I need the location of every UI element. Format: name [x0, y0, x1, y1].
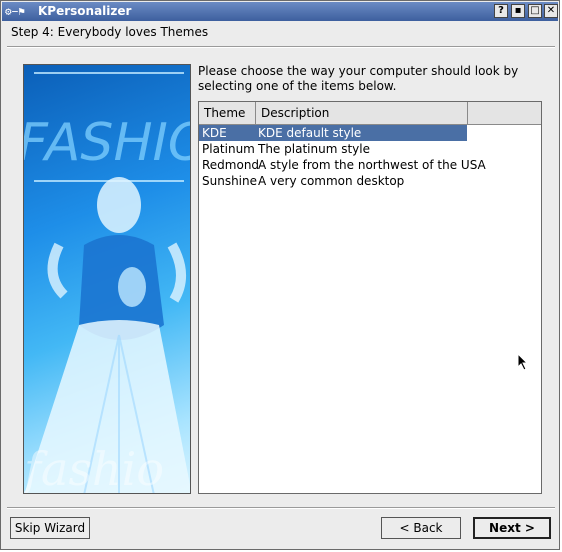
theme-row-platinum[interactable]: Platinum The platinum style — [199, 141, 541, 157]
maximize-button[interactable]: □ — [528, 4, 542, 18]
wizard-window: ⚙−⚑ KPersonalizer ? ▪ □ ✕ Step 4: Everyb… — [0, 0, 560, 550]
list-header: Theme Description — [199, 102, 541, 125]
column-header-empty — [468, 102, 541, 124]
theme-description: The platinum style — [258, 142, 370, 156]
app-menu-icon[interactable]: ⚙−⚑ — [5, 4, 35, 19]
column-header-description[interactable]: Description — [256, 102, 468, 124]
fashion-title-text: FASHION — [24, 113, 191, 173]
mouse-cursor-icon — [517, 353, 529, 371]
theme-name: Sunshine — [202, 174, 258, 188]
theme-row-redmond[interactable]: Redmond A style from the northwest of th… — [199, 157, 541, 173]
back-button[interactable]: < Back — [381, 517, 461, 539]
minimize-button[interactable]: ▪ — [511, 4, 525, 18]
top-divider — [7, 46, 555, 48]
window-title: KPersonalizer — [38, 4, 132, 18]
column-header-theme[interactable]: Theme — [199, 102, 256, 124]
theme-name: Redmond — [202, 158, 260, 172]
fashion-illustration: FASHION fashio — [23, 64, 191, 494]
skip-wizard-button[interactable]: Skip Wizard — [10, 517, 90, 539]
bottom-divider — [7, 507, 555, 509]
step-title: Step 4: Everybody loves Themes — [11, 25, 209, 39]
help-button[interactable]: ? — [494, 4, 508, 18]
theme-description: A style from the northwest of the USA — [258, 158, 486, 172]
theme-name: Platinum — [202, 142, 255, 156]
next-button[interactable]: Next > — [473, 517, 551, 539]
theme-row-sunshine[interactable]: Sunshine A very common desktop — [199, 173, 541, 189]
theme-list[interactable]: Theme Description KDE KDE default style … — [198, 101, 542, 494]
fashion-watermark-text: fashio — [24, 442, 164, 494]
theme-description: A very common desktop — [258, 174, 405, 188]
theme-row-kde[interactable]: KDE KDE default style — [199, 125, 541, 141]
titlebar[interactable]: ⚙−⚑ KPersonalizer ? ▪ □ ✕ — [2, 2, 558, 21]
theme-description: KDE default style — [258, 126, 362, 140]
fashion-figure-image: FASHION fashio — [24, 72, 191, 494]
instruction-text: Please choose the way your computer shou… — [198, 64, 519, 93]
close-button[interactable]: ✕ — [544, 4, 558, 18]
theme-name: KDE — [202, 126, 227, 140]
